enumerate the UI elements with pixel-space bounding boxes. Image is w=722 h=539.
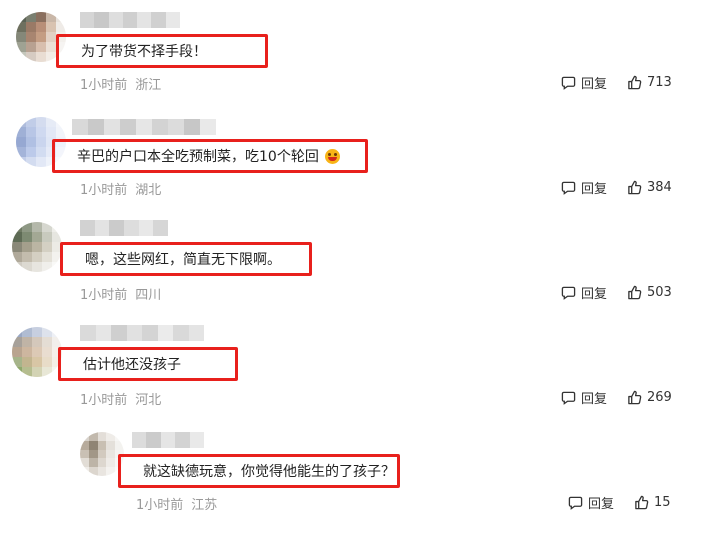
comment-location: 浙江 (135, 78, 162, 93)
comment-time: 1小时前 (136, 498, 184, 513)
comment-meta: 1小时前 四川 (80, 284, 161, 303)
comment-text: 嗯，这些网红，简直无下限啊。 (85, 252, 281, 268)
comment-item: 辛巴的户口本全吃预制菜，吃10个轮回 1小时前 湖北 回复 384 (0, 105, 722, 210)
comment-time: 1小时前 (80, 393, 128, 408)
username-blurred[interactable] (80, 12, 180, 28)
comment-item: 为了带货不择手段！ 1小时前 浙江 回复 713 (0, 0, 722, 105)
like-count: 269 (647, 390, 672, 405)
reply-label: 回复 (581, 392, 608, 407)
comment-meta: 1小时前 河北 (80, 389, 161, 408)
comment-time: 1小时前 (80, 78, 128, 93)
laughing-emoji-icon (324, 148, 340, 164)
comment-meta: 1小时前 浙江 (80, 74, 161, 93)
comment-section: 为了带货不择手段！ 1小时前 浙江 回复 713 辛巴的户口本全吃预制菜，吃10… (0, 0, 722, 539)
comment-text: 为了带货不择手段！ (81, 44, 207, 60)
comment-text-highlight: 估计他还没孩子 (58, 347, 238, 381)
comment-meta: 1小时前 江苏 (136, 494, 217, 513)
comment-text: 估计他还没孩子 (83, 357, 181, 373)
username-blurred[interactable] (132, 432, 205, 448)
reply-bubble-icon (561, 286, 576, 300)
like-count: 384 (647, 180, 672, 195)
username-blurred[interactable] (80, 325, 204, 341)
reply-button[interactable]: 回复 (561, 178, 607, 197)
comment-actions: 回复 503 (561, 283, 672, 302)
comment-time: 1小时前 (80, 288, 128, 303)
like-count: 15 (654, 495, 671, 510)
reply-button[interactable]: 回复 (568, 493, 614, 512)
reply-item: 就这缺德玩意，你觉得他能生的了孩子？ 1小时前 江苏 回复 15 (0, 420, 722, 539)
comment-actions: 回复 713 (561, 73, 672, 92)
reply-button[interactable]: 回复 (561, 283, 607, 302)
like-button[interactable]: 15 (634, 495, 671, 510)
like-button[interactable]: 269 (627, 390, 672, 405)
comment-actions: 回复 15 (568, 493, 671, 512)
reply-label: 回复 (588, 497, 615, 512)
avatar[interactable] (12, 327, 62, 377)
reply-button[interactable]: 回复 (561, 73, 607, 92)
comment-location: 江苏 (191, 498, 218, 513)
comment-text: 辛巴的户口本全吃预制菜，吃10个轮回 (77, 149, 319, 165)
reply-bubble-icon (561, 76, 576, 90)
reply-label: 回复 (581, 287, 608, 302)
reply-bubble-icon (561, 181, 576, 195)
comment-meta: 1小时前 湖北 (80, 179, 161, 198)
comment-text: 就这缺德玩意，你觉得他能生的了孩子？ (143, 464, 395, 480)
reply-bubble-icon (561, 391, 576, 405)
comment-item: 估计他还没孩子 1小时前 河北 回复 269 (0, 315, 722, 420)
like-button[interactable]: 713 (627, 75, 672, 90)
comment-location: 四川 (135, 288, 162, 303)
comment-location: 河北 (135, 393, 162, 408)
avatar[interactable] (12, 222, 62, 272)
username-blurred[interactable] (80, 220, 169, 236)
comment-actions: 回复 384 (561, 178, 672, 197)
comment-text-highlight: 就这缺德玩意，你觉得他能生的了孩子？ (118, 454, 400, 488)
reply-label: 回复 (581, 77, 608, 92)
reply-button[interactable]: 回复 (561, 388, 607, 407)
comment-actions: 回复 269 (561, 388, 672, 407)
thumbs-up-icon (635, 495, 649, 510)
comment-text-highlight: 为了带货不择手段！ (56, 34, 268, 68)
comment-location: 湖北 (135, 183, 162, 198)
comment-text-highlight: 嗯，这些网红，简直无下限啊。 (60, 242, 312, 276)
comment-text-highlight: 辛巴的户口本全吃预制菜，吃10个轮回 (52, 139, 368, 173)
thumbs-up-icon (628, 285, 642, 300)
like-button[interactable]: 384 (627, 180, 672, 195)
thumbs-up-icon (628, 390, 642, 405)
username-blurred[interactable] (72, 119, 216, 135)
comment-time: 1小时前 (80, 183, 128, 198)
comment-item: 嗯，这些网红，简直无下限啊。 1小时前 四川 回复 503 (0, 210, 722, 315)
reply-bubble-icon (568, 496, 583, 510)
thumbs-up-icon (628, 75, 642, 90)
reply-label: 回复 (581, 182, 608, 197)
like-button[interactable]: 503 (627, 285, 672, 300)
thumbs-up-icon (628, 180, 642, 195)
like-count: 713 (647, 75, 672, 90)
like-count: 503 (647, 285, 672, 300)
